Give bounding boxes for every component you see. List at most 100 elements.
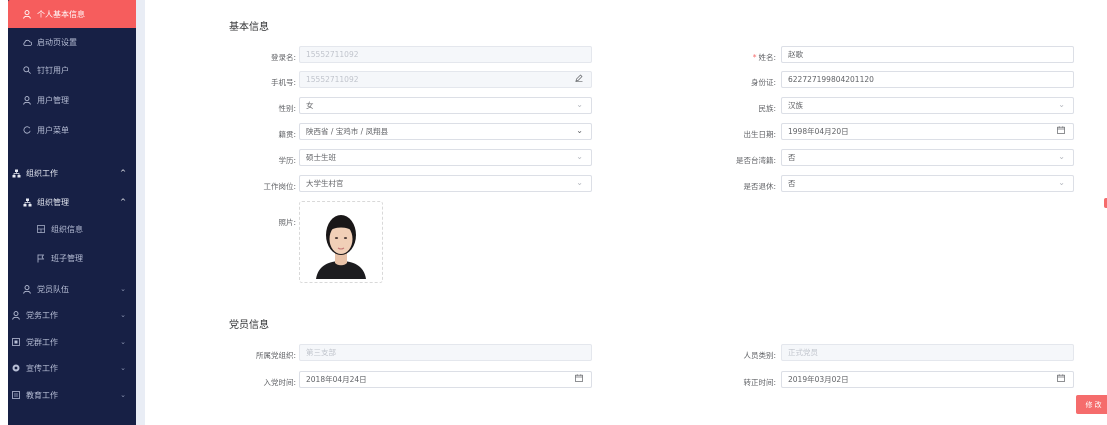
id-card-label: 身份证:	[750, 78, 776, 87]
sidebar-item-label: 钉钉用户	[37, 65, 69, 75]
sidebar-item-label: 教育工作	[26, 390, 58, 400]
party-org-value: 第三支部	[306, 348, 336, 357]
sidebar-item-personal-info[interactable]: 个人基本信息	[8, 0, 136, 28]
id-card-value: 622727199804201120	[788, 75, 874, 84]
sidebar-group-publicity-work[interactable]: 宣传工作 ⌄	[8, 354, 136, 382]
user-icon	[11, 310, 21, 320]
sidebar-item-label: 启动页设置	[37, 37, 77, 47]
chevron-up-icon: ^	[120, 169, 126, 177]
login-name-label: 登录名:	[270, 53, 296, 62]
native-place-value: 陕西省 / 宝鸡市 / 凤翔县	[306, 127, 389, 136]
party-info-title: 党员信息	[229, 320, 269, 331]
name-label-text: 姓名:	[758, 53, 776, 62]
sidebar: 个人基本信息 启动页设置 钉钉用户 用户管理 用户菜单 组织工作 ^ 组织管理 …	[8, 0, 136, 425]
birth-date-value: 1998年04月20日	[788, 127, 849, 136]
sidebar-item-label: 组织管理	[37, 197, 69, 207]
sidebar-item-label: 党务工作	[26, 310, 58, 320]
flag-icon	[36, 253, 46, 263]
sidebar-item-label: 组织工作	[26, 168, 58, 178]
party-org-field: 第三支部	[299, 344, 592, 361]
education-value: 硕士生班	[306, 153, 336, 162]
grid-icon	[36, 224, 46, 234]
name-label: * 姓名:	[716, 52, 776, 63]
sidebar-item-team-management[interactable]: 班子管理	[8, 244, 136, 272]
job-position-label: 工作岗位:	[263, 182, 296, 191]
cloud-icon	[22, 37, 32, 47]
phone-field: 15552711092	[299, 71, 592, 88]
chevron-down-icon: ⌄	[576, 126, 583, 135]
sidebar-item-startup-settings[interactable]: 启动页设置	[8, 28, 136, 56]
education-select[interactable]: 硕士生班 ⌄	[299, 149, 592, 166]
sidebar-item-label: 党群工作	[26, 337, 58, 347]
gender-select[interactable]: 女 ⌄	[299, 97, 592, 114]
search-icon	[22, 65, 32, 75]
chevron-down-icon: ⌄	[1058, 178, 1065, 187]
sidebar-group-mass-work[interactable]: 党群工作 ⌄	[8, 328, 136, 356]
edit-button[interactable]: 修 改	[1076, 395, 1107, 414]
native-place-cascader[interactable]: 陕西省 / 宝鸡市 / 凤翔县 ⌄	[299, 123, 592, 140]
ethnicity-select[interactable]: 汉族 ⌄	[781, 97, 1074, 114]
ethnicity-value: 汉族	[788, 101, 803, 110]
taiwan-select[interactable]: 否 ⌄	[781, 149, 1074, 166]
sidebar-item-label: 党员队伍	[37, 284, 69, 294]
sidebar-item-label: 用户菜单	[37, 125, 69, 135]
org-icon	[11, 168, 21, 178]
photo-upload[interactable]	[299, 201, 383, 283]
login-name-value: 15552711092	[306, 50, 359, 59]
chevron-down-icon: ⌄	[576, 178, 583, 187]
sidebar-item-party-members[interactable]: 党员队伍 ⌄	[8, 275, 136, 303]
birth-date-picker[interactable]: 1998年04月20日	[781, 123, 1074, 140]
calendar-icon	[1057, 126, 1065, 136]
sidebar-item-label: 班子管理	[51, 253, 83, 263]
user-icon	[22, 95, 32, 105]
regular-date-picker[interactable]: 2019年03月02日	[781, 371, 1074, 388]
regular-date-label: 转正时间:	[743, 378, 776, 387]
required-asterisk: *	[752, 53, 757, 62]
edit-pencil-icon[interactable]	[575, 74, 583, 84]
sidebar-item-organization-info[interactable]: 组织信息	[8, 215, 136, 243]
chevron-down-icon: ⌄	[120, 338, 126, 346]
ethnicity-label: 民族:	[758, 104, 776, 113]
gender-value: 女	[306, 101, 314, 110]
sidebar-item-user-menu[interactable]: 用户菜单	[8, 116, 136, 144]
party-org-label: 所属党组织:	[255, 351, 296, 360]
sidebar-group-organization-management[interactable]: 组织管理 ^	[8, 188, 136, 216]
join-date-value: 2018年04月24日	[306, 375, 367, 384]
sidebar-item-label: 个人基本信息	[37, 9, 85, 19]
sidebar-group-education-work[interactable]: 教育工作 ⌄	[8, 381, 136, 409]
square-icon	[11, 337, 21, 347]
name-value: 赵歌	[788, 50, 803, 59]
retired-select[interactable]: 否 ⌄	[781, 175, 1074, 192]
taiwan-value: 否	[788, 153, 796, 162]
user-icon	[22, 284, 32, 294]
sidebar-group-party-affairs[interactable]: 党务工作 ⌄	[8, 301, 136, 329]
chevron-down-icon: ⌄	[576, 152, 583, 161]
retired-label: 是否退休:	[743, 182, 776, 191]
sidebar-item-user-management[interactable]: 用户管理	[8, 86, 136, 114]
sidebar-item-label: 组织信息	[51, 224, 83, 234]
birth-date-label: 出生日期:	[743, 130, 776, 139]
org-icon	[22, 197, 32, 207]
sidebar-item-dingtalk-users[interactable]: 钉钉用户	[8, 56, 136, 84]
sidebar-scroll-strip	[136, 0, 145, 425]
phone-value: 15552711092	[306, 75, 359, 84]
basic-info-title: 基本信息	[229, 22, 269, 33]
sidebar-group-organization-work[interactable]: 组织工作 ^	[8, 159, 136, 187]
refresh-icon	[22, 125, 32, 135]
join-date-picker[interactable]: 2018年04月24日	[299, 371, 592, 388]
user-icon	[22, 9, 32, 19]
portrait-photo	[306, 205, 376, 279]
join-date-label: 入党时间:	[263, 378, 296, 387]
regular-date-value: 2019年03月02日	[788, 375, 849, 384]
id-card-field[interactable]: 622727199804201120	[781, 71, 1074, 88]
book-icon	[11, 390, 21, 400]
calendar-icon	[1057, 374, 1065, 384]
job-position-select[interactable]: 大学生村官 ⌄	[299, 175, 592, 192]
member-type-label: 人员类别:	[743, 351, 776, 360]
name-field[interactable]: 赵歌	[781, 46, 1074, 63]
gender-label: 性别:	[278, 104, 296, 113]
member-type-value: 正式党员	[788, 348, 818, 357]
sidebar-item-label: 用户管理	[37, 95, 69, 105]
globe-icon	[11, 363, 21, 373]
chevron-down-icon: ⌄	[120, 364, 126, 372]
